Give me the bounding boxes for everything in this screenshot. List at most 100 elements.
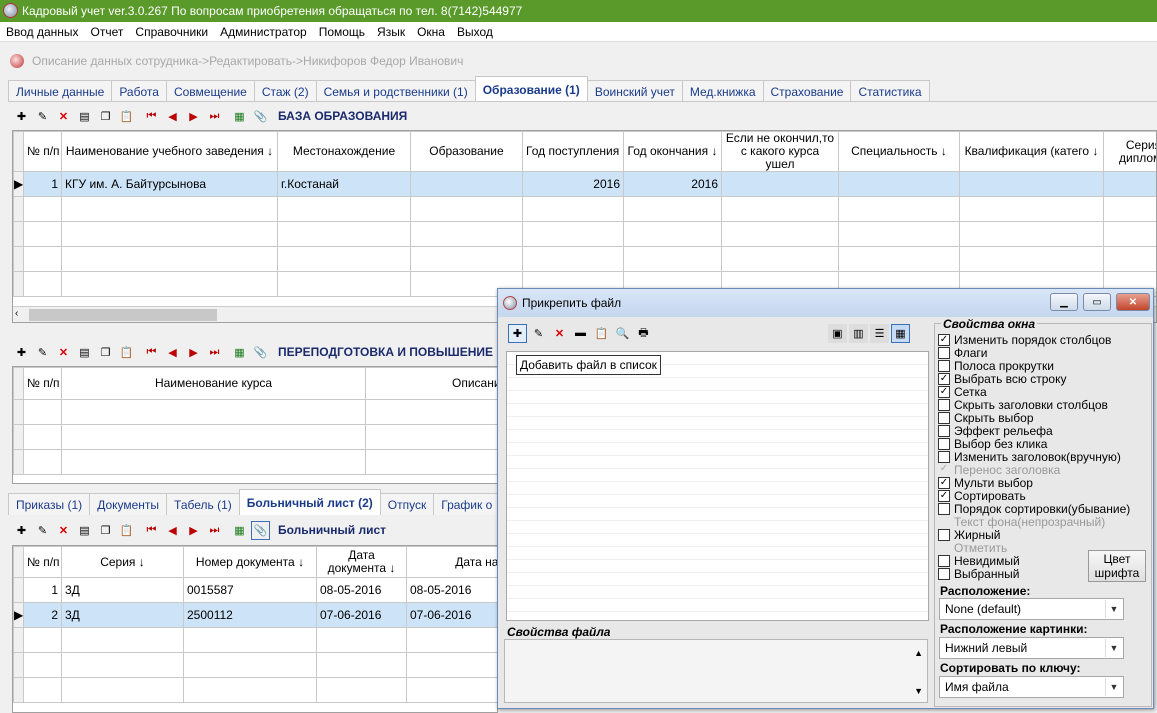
details-icon[interactable]: ▤ [75, 107, 94, 126]
delete-icon[interactable]: ✕ [550, 324, 569, 343]
delete-icon[interactable]: ✕ [54, 107, 73, 126]
option-hide-selection[interactable]: Скрыть выбор [938, 411, 1153, 425]
tab-insurance[interactable]: Страхование [762, 80, 852, 102]
col-doc-number[interactable]: Номер документа ↓ [183, 546, 317, 578]
col-qualification[interactable]: Квалификация (катего ↓ [959, 131, 1104, 172]
table-row[interactable]: 1 3Д 0015587 08-05-2016 08-05-2016 [13, 577, 497, 603]
last-icon[interactable]: ⏭ [205, 107, 224, 126]
sort-key-select[interactable]: Имя файла ▼ [939, 676, 1124, 698]
attach-icon[interactable]: 📎 [251, 343, 270, 362]
paste-icon[interactable]: 📋 [117, 521, 136, 540]
delete-icon[interactable]: ✕ [54, 343, 73, 362]
tab-medical[interactable]: Мед.книжка [681, 80, 764, 102]
small-icons-view-icon[interactable]: ▥ [849, 323, 868, 343]
table-row[interactable] [13, 246, 1156, 272]
col-left-course[interactable]: Если не окончил,то с какого курса ушел [721, 131, 839, 172]
col-doc-date[interactable]: Дата документа ↓ [316, 546, 407, 578]
next-icon[interactable]: ▶ [184, 107, 203, 126]
checkbox[interactable] [938, 502, 950, 515]
checkbox[interactable] [938, 528, 950, 541]
tab-timesheet[interactable]: Табель (1) [166, 493, 240, 515]
col-institution[interactable]: Наименование учебного заведения ↓ [61, 131, 278, 172]
col-description[interactable]: Описани [365, 367, 497, 400]
checkbox[interactable]: ✓ [938, 489, 950, 502]
first-icon[interactable]: ⏮ [142, 521, 161, 540]
option-grid[interactable]: ✓ Сетка [938, 385, 1153, 399]
tab-sick-leave[interactable]: Больничный лист (2) [238, 489, 381, 515]
tab-personal[interactable]: Личные данные [8, 80, 113, 102]
add-icon[interactable]: ✚ [12, 521, 31, 540]
details-icon[interactable]: ▤ [75, 521, 94, 540]
last-icon[interactable]: ⏭ [205, 521, 224, 540]
first-icon[interactable]: ⏮ [142, 343, 161, 362]
col-number[interactable]: № п/п [23, 367, 62, 400]
details-view-icon[interactable]: ▦ [891, 323, 910, 343]
table-row[interactable] [13, 627, 497, 653]
checkbox[interactable] [938, 554, 950, 567]
table-row[interactable] [13, 677, 497, 703]
tab-combination[interactable]: Совмещение [165, 80, 255, 102]
table-row[interactable] [13, 399, 497, 425]
scroll-down-icon[interactable]: ▼ [914, 686, 923, 696]
col-number[interactable]: № п/п [23, 546, 62, 578]
tab-work[interactable]: Работа [111, 80, 167, 102]
scroll-left-icon[interactable]: ‹ [15, 308, 18, 319]
prev-icon[interactable]: ◀ [163, 343, 182, 362]
col-location[interactable]: Местонахождение [277, 131, 411, 172]
tab-family[interactable]: Семья и родственники (1) [315, 80, 476, 102]
tab-experience[interactable]: Стаж (2) [253, 80, 317, 102]
col-education[interactable]: Образование [410, 131, 523, 172]
checkbox[interactable] [938, 398, 950, 411]
option-sort-desc[interactable]: Порядок сортировки(убывание) [938, 502, 1153, 516]
last-icon[interactable]: ⏭ [205, 343, 224, 362]
checkbox[interactable]: ✓ [938, 333, 950, 346]
checkbox[interactable] [938, 411, 950, 424]
scroll-up-icon[interactable]: ▲ [914, 648, 923, 658]
col-year-in[interactable]: Год поступления ↓ [522, 131, 624, 172]
close-button[interactable]: ✕ [1116, 293, 1150, 311]
maximize-button[interactable]: ▭ [1083, 293, 1111, 311]
table-row[interactable] [13, 449, 497, 475]
preview-icon[interactable]: 🔍 [613, 324, 632, 343]
col-number[interactable]: № п/п [23, 131, 62, 172]
add-icon[interactable]: ✚ [12, 107, 31, 126]
paste-icon[interactable]: 📋 [117, 107, 136, 126]
copy-icon[interactable]: ❐ [96, 343, 115, 362]
edit-icon[interactable]: ✎ [33, 521, 52, 540]
location-select[interactable]: None (default) ▼ [939, 598, 1124, 620]
tab-vacation[interactable]: Отпуск [379, 493, 435, 515]
edit-icon[interactable]: ✎ [33, 107, 52, 126]
option-reorder-columns[interactable]: ✓ Изменить порядок столбцов [938, 333, 1153, 347]
minimize-button[interactable]: ▁ [1050, 293, 1078, 311]
checkbox[interactable]: ✓ [938, 385, 950, 398]
details-icon[interactable]: ▤ [75, 343, 94, 362]
copy-icon[interactable]: ❐ [96, 521, 115, 540]
menu-item-report[interactable]: Отчет [85, 25, 130, 39]
edit-icon[interactable]: ✎ [33, 343, 52, 362]
col-start-date[interactable]: Дата начала [406, 546, 497, 578]
checkbox[interactable]: ✓ [938, 476, 950, 489]
add-file-icon[interactable]: ✚ [508, 323, 527, 343]
tab-documents[interactable]: Документы [89, 493, 168, 515]
menu-item-input[interactable]: Ввод данных [0, 25, 85, 39]
checkbox[interactable] [938, 424, 950, 437]
tab-orders[interactable]: Приказы (1) [8, 493, 91, 515]
checkbox[interactable] [938, 346, 950, 359]
checkbox[interactable] [938, 437, 950, 450]
option-bold[interactable]: Жирный [938, 528, 1153, 542]
option-relief[interactable]: Эффект рельефа [938, 424, 1153, 438]
print-icon[interactable]: 🖶 [634, 324, 653, 343]
option-edit-header[interactable]: Изменить заголовок(вручную) [938, 450, 1153, 464]
table-row[interactable] [13, 424, 497, 450]
image-location-select[interactable]: Нижний левый ▼ [939, 637, 1124, 659]
attach-icon[interactable]: 📎 [251, 520, 270, 540]
edit-icon[interactable]: ✎ [529, 324, 548, 343]
option-multi-select[interactable]: ✓ Мульти выбор [938, 476, 1153, 490]
menu-item-directories[interactable]: Справочники [129, 25, 214, 39]
menu-item-help[interactable]: Помощь [313, 25, 371, 39]
col-series[interactable]: Серия ↓ [61, 546, 184, 578]
option-select-without-click[interactable]: Выбор без клика [938, 437, 1153, 451]
option-sort[interactable]: ✓ Сортировать [938, 489, 1153, 503]
table-row[interactable]: ▶ 2 3Д 2500112 07-06-2016 07-06-2016 [13, 602, 497, 628]
excel-icon[interactable]: ▦ [230, 343, 249, 362]
